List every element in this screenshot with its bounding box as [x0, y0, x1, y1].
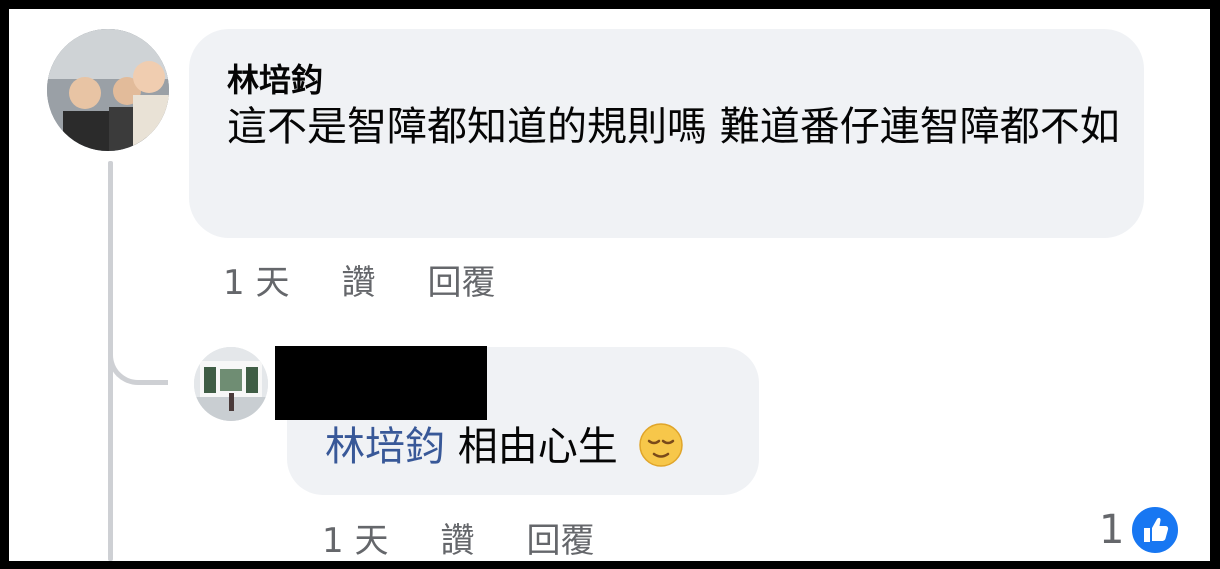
- reply-like-button[interactable]: 讚: [440, 513, 474, 561]
- reply-message: 相由心生: [457, 424, 618, 470]
- comment-timestamp[interactable]: 1 天: [223, 255, 289, 304]
- mention-link[interactable]: 林培鈞: [325, 424, 445, 470]
- reply-button[interactable]: 回覆: [427, 255, 495, 304]
- reaction-count: 1: [1099, 507, 1125, 553]
- reply-reply-button[interactable]: 回覆: [526, 513, 594, 561]
- reply-actions: 1 天 讚 回覆: [322, 513, 646, 561]
- reply-text: 林培鈞 相由心生: [325, 421, 684, 473]
- thread-line-branch: [108, 329, 168, 385]
- pensive-face-icon: [639, 423, 684, 467]
- reply-timestamp[interactable]: 1 天: [322, 513, 388, 561]
- comment-author[interactable]: 林培鈞: [227, 55, 323, 101]
- like-button[interactable]: 讚: [341, 255, 375, 304]
- reaction-summary[interactable]: 1: [1099, 505, 1181, 555]
- comment-actions: 1 天 讚 回覆: [223, 255, 547, 304]
- redacted-name: [275, 346, 487, 420]
- avatar[interactable]: [47, 29, 169, 151]
- comment-text: 這不是智障都知道的規則嗎 難道番仔連智障都不如: [227, 104, 1120, 150]
- comment-bubble: 林培鈞 這不是智障都知道的規則嗎 難道番仔連智障都不如: [189, 29, 1144, 238]
- like-icon: [1130, 505, 1181, 555]
- reply-avatar[interactable]: [194, 347, 268, 421]
- comment-thread: 林培鈞 這不是智障都知道的規則嗎 難道番仔連智障都不如 1 天 讚 回覆 林培鈞…: [9, 9, 1210, 561]
